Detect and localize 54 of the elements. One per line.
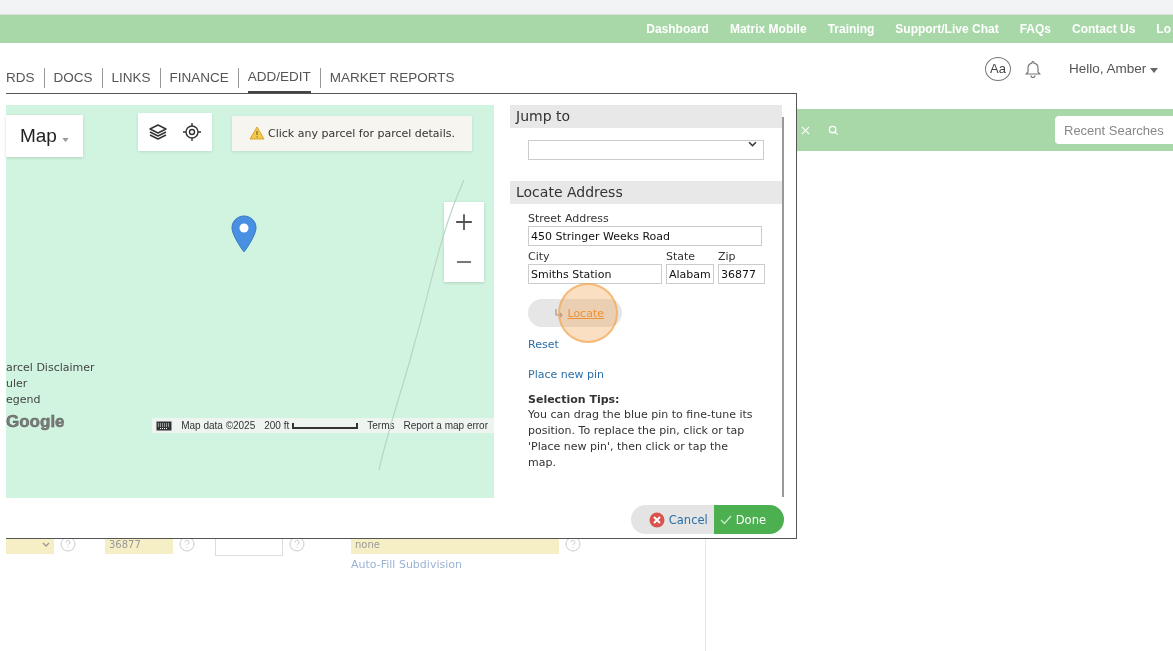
warning-icon — [249, 126, 265, 140]
cancel-icon — [648, 511, 665, 528]
help-icon[interactable] — [289, 536, 305, 552]
field-label: State — [666, 250, 697, 264]
map-type-button[interactable]: Map — [6, 115, 83, 157]
map-link[interactable]: egend — [6, 392, 494, 408]
user-menu[interactable]: Hello, Amber — [1068, 61, 1158, 76]
map-pin-icon[interactable] — [231, 215, 257, 253]
city-field[interactable]: Smiths Station — [528, 264, 662, 284]
zoom-in-button[interactable] — [444, 202, 484, 242]
map-link[interactable]: arcel Disclaimer — [6, 360, 494, 376]
help-icon[interactable] — [565, 536, 581, 552]
caret-icon — [1150, 68, 1158, 73]
arrow-icon — [554, 308, 565, 318]
chevron-down-icon — [42, 541, 50, 547]
minus-icon — [455, 261, 473, 263]
nav-tab[interactable]: RDS — [6, 63, 35, 92]
street-address-field[interactable]: 450 Stringer Weeks Road — [528, 226, 762, 246]
keyboard-icon[interactable] — [156, 420, 173, 431]
help-icon[interactable] — [179, 536, 195, 552]
field-label: Street Address — [528, 212, 610, 226]
map-data-text: Map data ©2025 — [181, 420, 256, 431]
help-icon[interactable] — [60, 536, 76, 552]
field-label: Zip — [718, 250, 737, 264]
place-new-pin-link[interactable]: Place new pin — [528, 368, 604, 381]
section-heading: Locate Address — [510, 181, 782, 204]
zip-field[interactable]: 36877 — [718, 264, 765, 284]
terms-link[interactable]: Terms — [367, 420, 395, 431]
tips-title: Selection Tips: — [528, 393, 621, 406]
reset-link[interactable]: Reset — [528, 338, 559, 351]
tips-text: You can drag the blue pin to fine-tune its position. To replace the pin, click or tap 'Place new pin', then click or tap the map. — [528, 407, 754, 471]
font-size-button[interactable]: Aa — [984, 56, 1011, 81]
check-icon — [719, 514, 732, 525]
nav-tab[interactable]: FINANCE — [169, 63, 229, 92]
bell-icon[interactable] — [1024, 59, 1041, 78]
plus-icon — [455, 213, 473, 231]
notice-text: Click any parcel for parcel details. — [268, 126, 455, 140]
state-field[interactable]: Alabam — [666, 264, 714, 284]
nav-tab[interactable]: DOCS — [53, 63, 93, 92]
caret-icon — [62, 138, 70, 142]
nav-tab[interactable]: LINKS — [111, 63, 151, 92]
click-highlight — [558, 283, 618, 343]
section-heading: Jump to — [510, 105, 782, 128]
map-logo: Google — [6, 411, 65, 432]
map-scale: 200 ft — [264, 420, 359, 431]
field-label: City — [528, 250, 551, 264]
chevron-down-icon — [748, 141, 757, 147]
recent-searches-button[interactable]: Recent Searches — [1055, 116, 1173, 144]
map-link[interactable]: uler — [6, 376, 494, 392]
layers-icon[interactable] — [148, 122, 168, 142]
cancel-button[interactable]: Cancel — [630, 505, 714, 534]
nav-tab[interactable]: MARKET REPORTS — [329, 63, 455, 92]
locate-icon[interactable] — [182, 122, 202, 142]
report-link[interactable]: Report a map error — [403, 420, 488, 431]
